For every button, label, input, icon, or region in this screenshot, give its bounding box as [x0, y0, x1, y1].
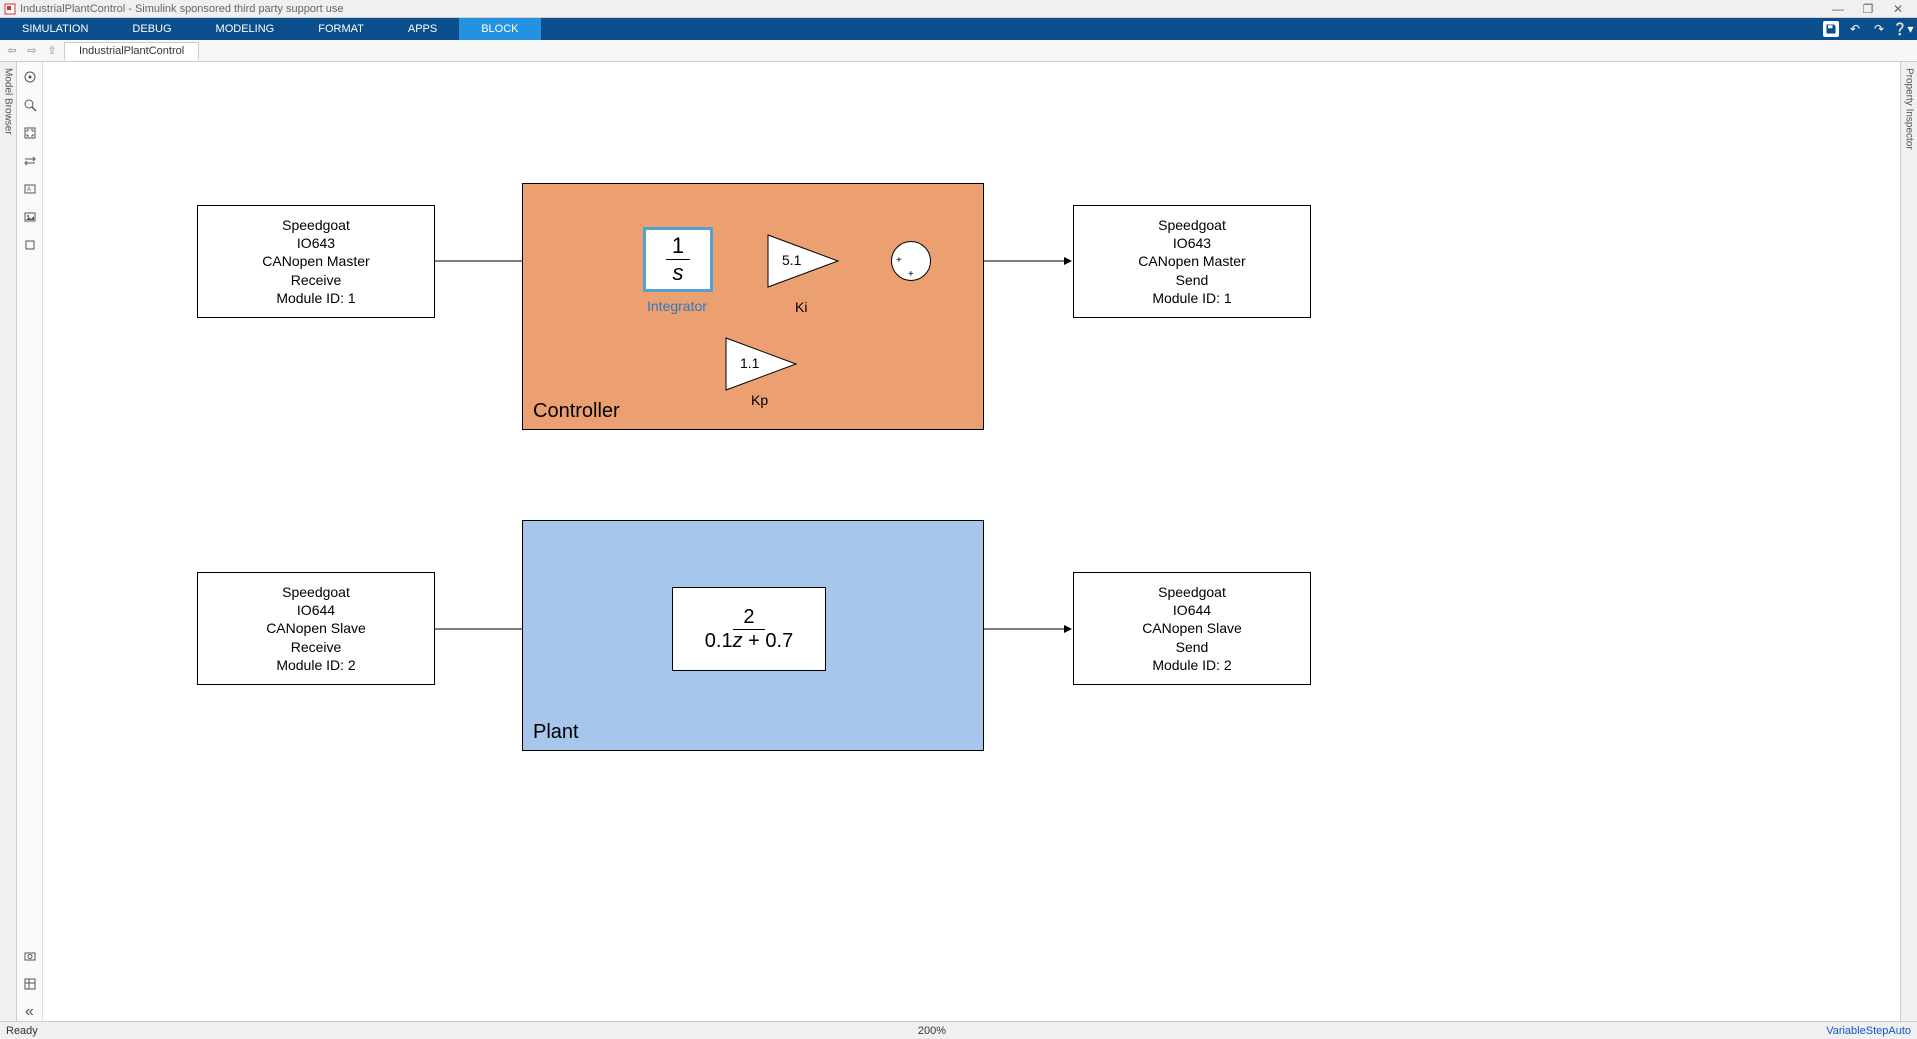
- minimize-button[interactable]: —: [1823, 2, 1853, 16]
- tab-format[interactable]: FORMAT: [296, 18, 386, 40]
- nav-up-icon[interactable]: ⇧: [44, 43, 60, 59]
- app-icon: [4, 3, 16, 15]
- controller-label: Controller: [533, 400, 620, 423]
- close-button[interactable]: ✕: [1883, 2, 1913, 16]
- integrator-label: Integrator: [647, 298, 707, 314]
- nav-back-icon[interactable]: ⇦: [4, 43, 20, 59]
- block-canopen-slave-receive[interactable]: Speedgoat IO644 CANopen Slave Receive Mo…: [197, 572, 435, 685]
- fit-to-view-icon[interactable]: [21, 124, 39, 142]
- model-data-icon[interactable]: [21, 975, 39, 993]
- block-sum[interactable]: + +: [891, 241, 931, 281]
- hide-show-browser-icon[interactable]: [21, 68, 39, 86]
- tab-apps[interactable]: APPS: [386, 18, 459, 40]
- breadcrumb-bar: ⇦ ⇨ ⇧ IndustrialPlantControl: [0, 40, 1917, 62]
- block-transfer-function[interactable]: 2 0.1z + 0.7: [672, 587, 826, 671]
- breadcrumb-model[interactable]: IndustrialPlantControl: [64, 42, 199, 60]
- model-browser-panel[interactable]: Model Browser: [0, 62, 17, 1021]
- tab-simulation[interactable]: SIMULATION: [0, 18, 110, 40]
- window-title: IndustrialPlantControl - Simulink sponso…: [20, 3, 343, 15]
- property-inspector-label: Property Inspector: [1904, 68, 1915, 150]
- block-canopen-slave-send[interactable]: Speedgoat IO644 CANopen Slave Send Modul…: [1073, 572, 1311, 685]
- status-ready: Ready: [6, 1025, 38, 1037]
- status-bar: Ready 200% VariableStepAuto: [0, 1021, 1917, 1039]
- plant-label: Plant: [533, 721, 579, 744]
- title-bar: IndustrialPlantControl - Simulink sponso…: [0, 0, 1917, 18]
- image-icon[interactable]: [21, 208, 39, 226]
- svg-text:A: A: [27, 187, 31, 193]
- gain-kp-label: Kp: [751, 392, 768, 408]
- block-integrator[interactable]: 1 s: [643, 227, 713, 292]
- area-icon[interactable]: [21, 236, 39, 254]
- annotation-icon[interactable]: A: [21, 180, 39, 198]
- block-gain-ki[interactable]: 5.1: [768, 235, 838, 287]
- collapse-icon[interactable]: «: [21, 1003, 39, 1021]
- canvas-toolbar: A «: [17, 62, 43, 1021]
- gain-ki-label: Ki: [795, 299, 807, 315]
- normal-view-icon[interactable]: [21, 152, 39, 170]
- status-solver[interactable]: VariableStepAuto: [1826, 1025, 1911, 1037]
- zoom-icon[interactable]: [21, 96, 39, 114]
- tab-debug[interactable]: DEBUG: [110, 18, 193, 40]
- ribbon-tabs: SIMULATION DEBUG MODELING FORMAT APPS BL…: [0, 18, 1917, 40]
- tab-modeling[interactable]: MODELING: [194, 18, 297, 40]
- tab-block[interactable]: BLOCK: [459, 18, 540, 40]
- redo-icon[interactable]: ↷: [1871, 21, 1887, 37]
- undo-icon[interactable]: ↶: [1847, 21, 1863, 37]
- status-zoom[interactable]: 200%: [38, 1025, 1826, 1037]
- diagram-canvas[interactable]: Controller Plant Speedgoat IO643 CANopen…: [43, 62, 1900, 1021]
- help-icon[interactable]: ❔▾: [1895, 21, 1911, 37]
- screenshot-icon[interactable]: [21, 947, 39, 965]
- property-inspector-panel[interactable]: Property Inspector: [1900, 62, 1917, 1021]
- restore-button[interactable]: ❐: [1853, 2, 1883, 16]
- block-gain-kp[interactable]: 1.1: [726, 338, 796, 390]
- block-canopen-master-send[interactable]: Speedgoat IO643 CANopen Master Send Modu…: [1073, 205, 1311, 318]
- nav-forward-icon[interactable]: ⇨: [24, 43, 40, 59]
- save-icon[interactable]: [1823, 21, 1839, 37]
- model-browser-label: Model Browser: [3, 68, 14, 135]
- block-canopen-master-receive[interactable]: Speedgoat IO643 CANopen Master Receive M…: [197, 205, 435, 318]
